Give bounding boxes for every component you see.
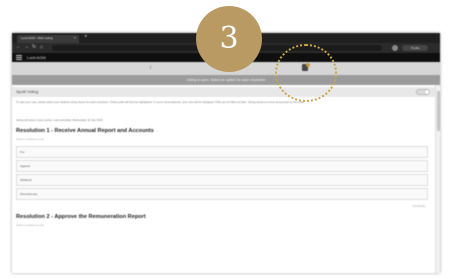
reload-button[interactable]: ↻ <box>32 44 36 51</box>
forward-button[interactable]: → <box>24 44 29 51</box>
highlight-ring <box>275 44 337 102</box>
scrollbar-thumb[interactable] <box>437 91 440 131</box>
option-label: Withheld <box>20 178 32 182</box>
vote-option-discretionary[interactable]: Discretionary <box>16 188 428 200</box>
tab-title: Lumi AGM - Web voting <box>21 36 53 40</box>
info-tab[interactable]: i <box>150 65 151 71</box>
voting-note: Voting will close in due course. Last su… <box>16 119 103 122</box>
option-label: Discretionary <box>20 192 38 196</box>
resolution-title: Resolution 2 - Approve the Remuneration … <box>16 214 146 220</box>
resolution-subtitle: Select a choice to vote <box>16 223 45 227</box>
spoilt-voting-label: Spoilt Voting <box>16 89 39 94</box>
option-label: For <box>20 150 25 154</box>
new-tab-button[interactable]: + <box>84 34 88 41</box>
app-title: Lumi AGM <box>27 55 46 60</box>
scrollbar[interactable] <box>435 85 440 273</box>
profile-label: Profile <box>411 46 420 50</box>
back-button[interactable]: ← <box>16 44 21 51</box>
hamburger-menu-icon[interactable] <box>16 55 22 60</box>
step-number-badge: 3 <box>196 6 262 72</box>
option-label: Against <box>20 164 31 168</box>
vote-option-withheld[interactable]: Withheld <box>16 174 428 186</box>
browser-tab[interactable]: Lumi AGM - Web voting × <box>17 35 79 43</box>
profile-button[interactable]: Profile <box>402 45 428 51</box>
vote-option-against[interactable]: Against <box>16 160 428 172</box>
voting-banner: Voting is open. Select an option for eac… <box>12 75 440 85</box>
voting-instructions: To cast your vote, please select your de… <box>16 101 305 104</box>
resolution-title: Resolution 1 - Receive Annual Report and… <box>16 128 154 134</box>
home-button[interactable]: ⌂ <box>40 44 43 51</box>
voting-content: Spoilt Voting To cast your vote, please … <box>12 85 440 273</box>
spoilt-voting-row: Spoilt Voting <box>12 87 440 97</box>
vote-option-for[interactable]: For <box>16 146 428 158</box>
extension-icon[interactable] <box>392 45 398 51</box>
cancel-vote-button[interactable]: CANCEL <box>413 204 426 208</box>
resolution-subtitle: Select a choice to vote <box>16 137 45 141</box>
spoilt-voting-toggle[interactable] <box>416 89 430 95</box>
close-icon[interactable]: × <box>74 35 76 40</box>
